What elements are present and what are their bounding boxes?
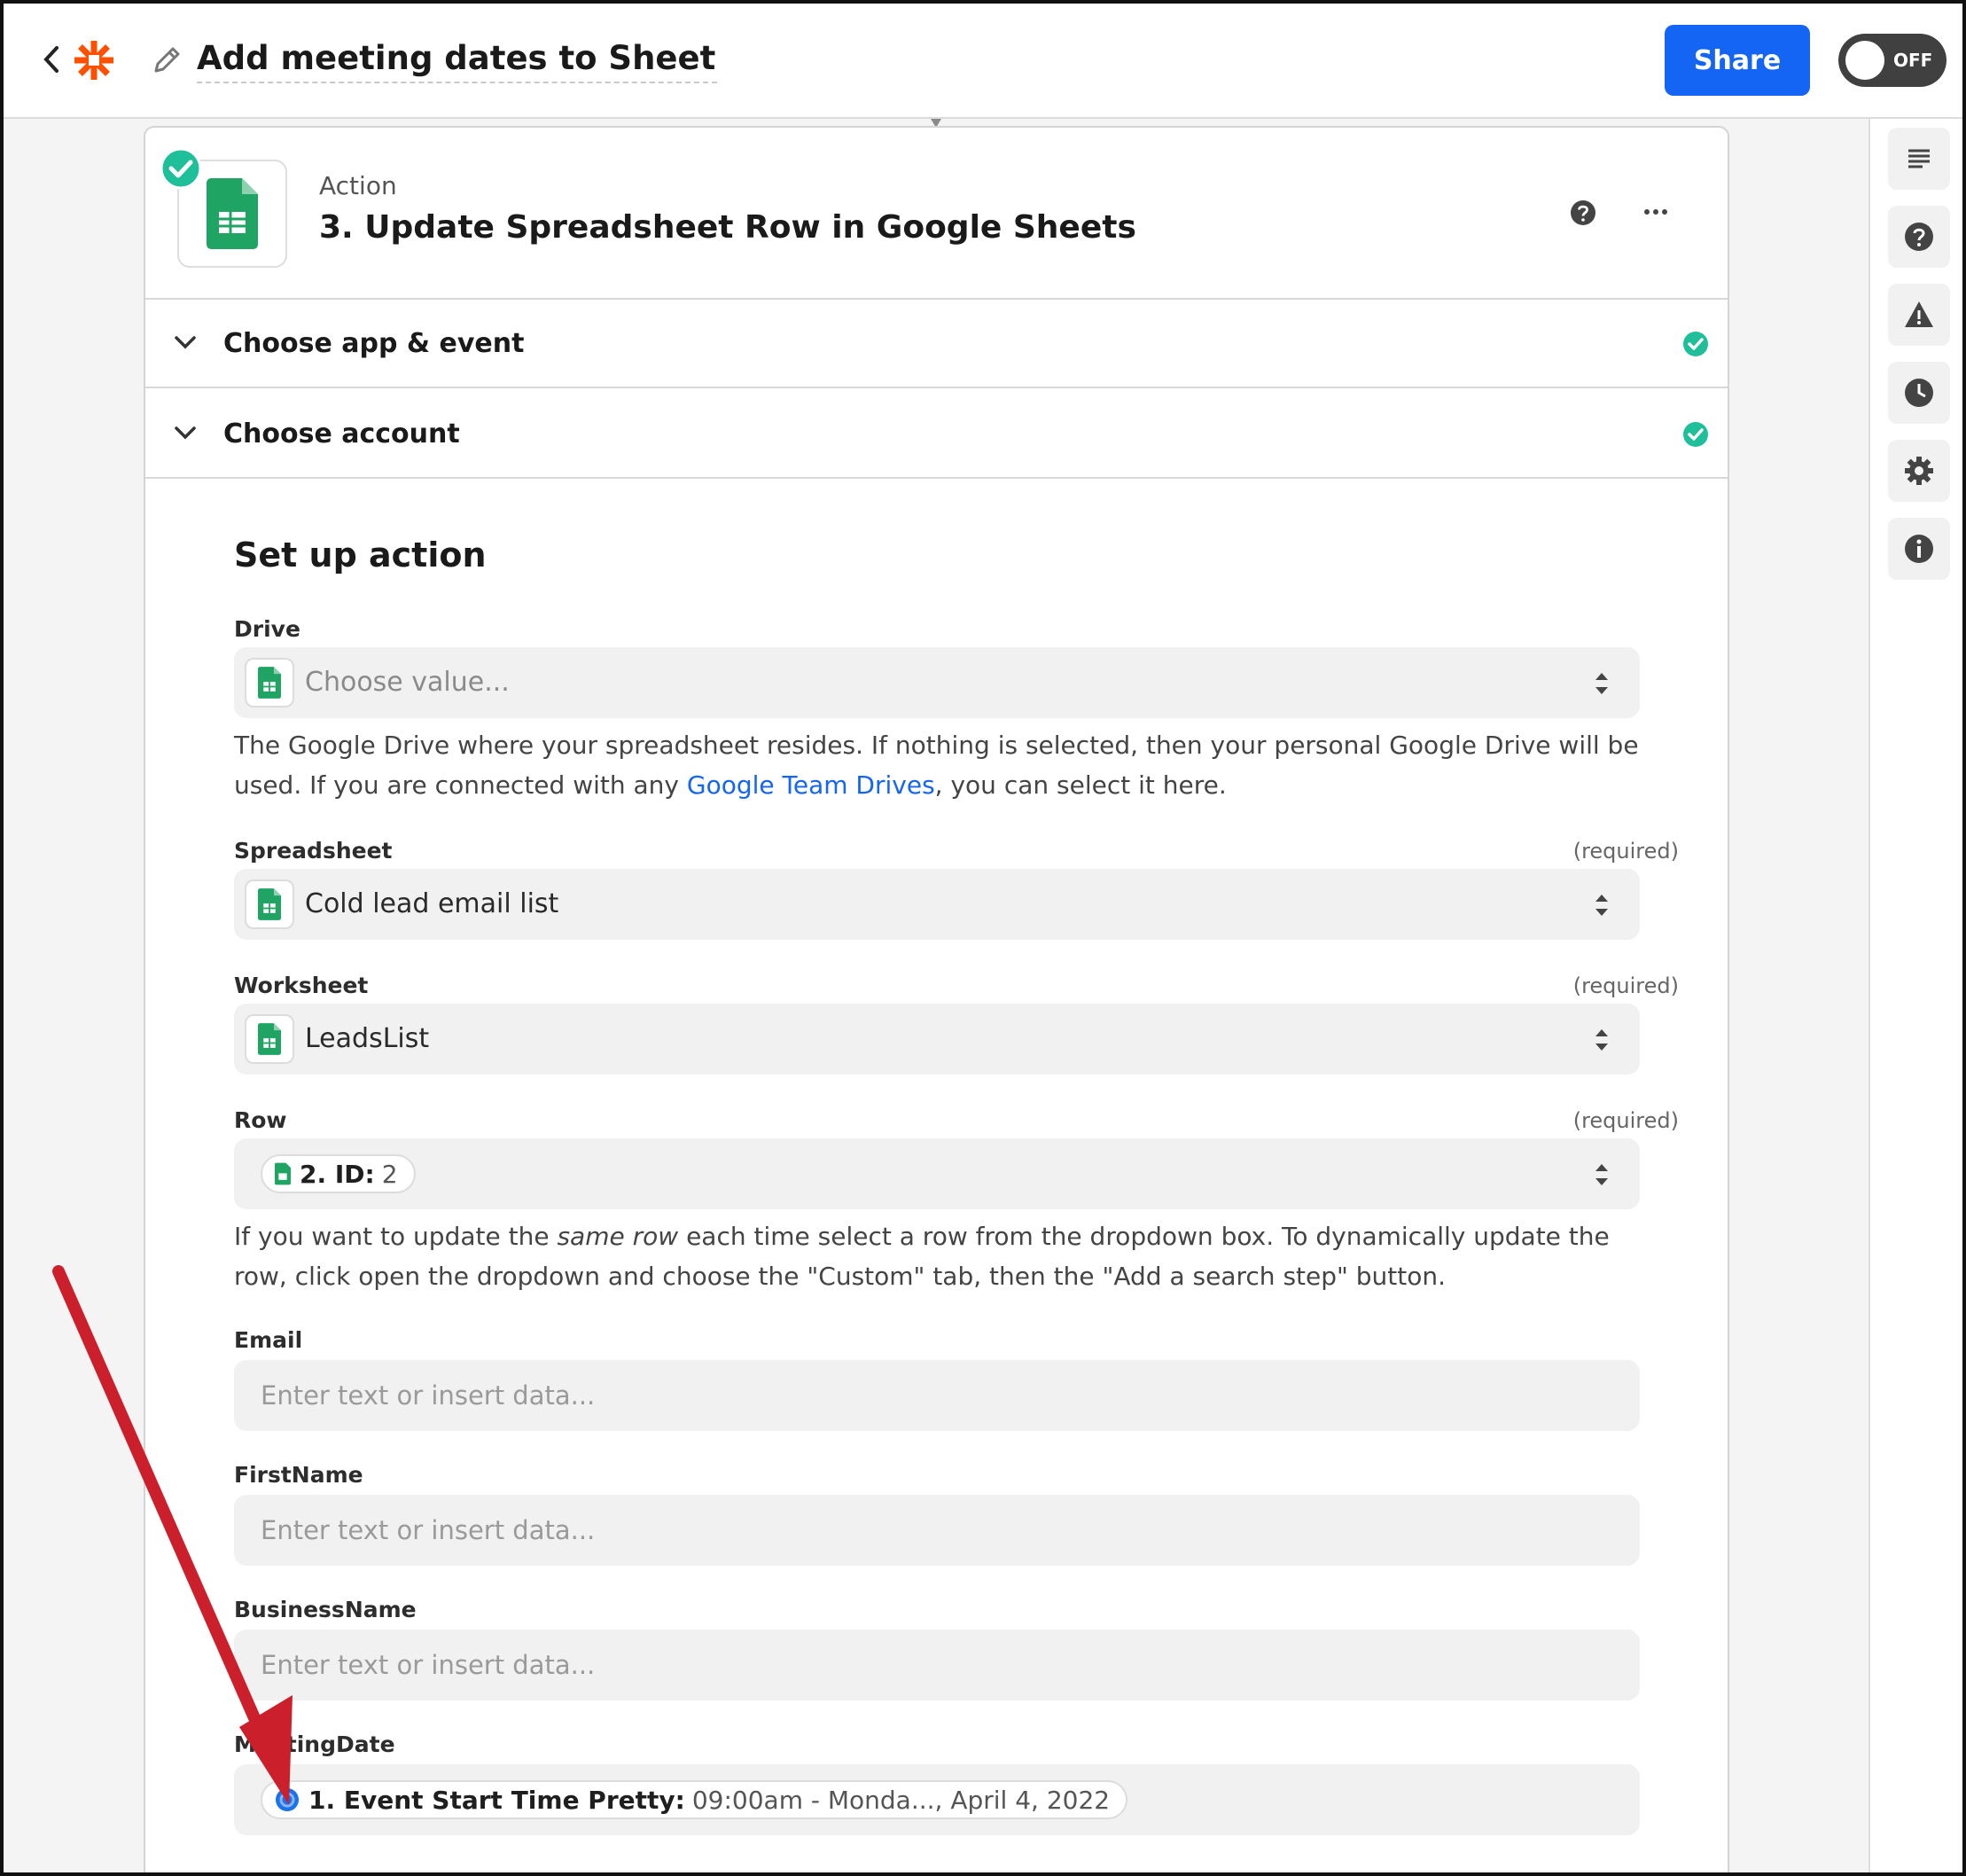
step-card: Action 3. Update Spreadsheet Row in Goog… xyxy=(144,126,1729,1876)
check-circle-icon xyxy=(1683,422,1708,447)
businessname-field[interactable]: Enter text or insert data... xyxy=(234,1630,1640,1700)
toggle-state-label: OFF xyxy=(1893,50,1933,71)
clock-icon xyxy=(1905,379,1933,407)
meetingdate-field[interactable]: 1. Event Start Time Pretty: 09:00am - Mo… xyxy=(234,1764,1640,1835)
check-circle-icon xyxy=(160,147,202,190)
worksheet-select-value: LeadsList xyxy=(305,1023,430,1054)
google-sheets-icon xyxy=(258,888,281,920)
row-data-pill[interactable]: 2. ID: 2 xyxy=(261,1154,416,1193)
chevron-down-icon xyxy=(175,426,196,440)
gear-icon xyxy=(1905,457,1933,485)
help-button[interactable] xyxy=(1888,206,1950,268)
select-stepper-icon xyxy=(1595,673,1608,694)
pill-key: 1. Event Start Time Pretty: xyxy=(308,1785,685,1815)
email-label: Email xyxy=(234,1327,303,1353)
outline-button[interactable] xyxy=(1888,128,1950,190)
drive-select-value: Choose value... xyxy=(305,667,510,698)
spreadsheet-select-value: Cold lead email list xyxy=(305,888,559,919)
setup-action-heading: Set up action xyxy=(234,535,487,575)
email-field[interactable]: Enter text or insert data... xyxy=(234,1360,1640,1431)
warning-triangle-icon xyxy=(1905,301,1933,327)
email-placeholder: Enter text or insert data... xyxy=(261,1380,596,1411)
more-options-icon[interactable] xyxy=(1643,207,1668,216)
settings-button[interactable] xyxy=(1888,440,1950,502)
businessname-placeholder: Enter text or insert data... xyxy=(261,1650,596,1680)
drive-label: Drive xyxy=(234,616,300,642)
check-circle-icon xyxy=(1683,332,1708,356)
zap-on-off-toggle[interactable]: OFF xyxy=(1838,34,1946,87)
select-stepper-icon xyxy=(1595,1164,1608,1185)
section-choose-account[interactable]: Choose account xyxy=(145,390,1728,479)
row-select[interactable]: 2. ID: 2 xyxy=(234,1138,1640,1209)
spreadsheet-select[interactable]: Cold lead email list xyxy=(234,869,1640,940)
section-label: Choose account xyxy=(223,418,460,449)
share-button[interactable]: Share xyxy=(1665,25,1810,96)
step-title: 3. Update Spreadsheet Row in Google Shee… xyxy=(319,209,1136,246)
select-stepper-icon xyxy=(1595,895,1608,916)
row-help-text: If you want to update the same row each … xyxy=(234,1222,1610,1291)
history-button[interactable] xyxy=(1888,362,1950,424)
info-circle-icon xyxy=(1905,535,1933,563)
drive-help-text: The Google Drive where your spreadsheet … xyxy=(234,731,1639,800)
question-circle-icon xyxy=(1905,223,1933,251)
meetingdate-data-pill[interactable]: 1. Event Start Time Pretty: 09:00am - Mo… xyxy=(261,1780,1128,1819)
google-sheets-icon xyxy=(207,178,258,249)
top-bar: Add meeting dates to Sheet Share OFF xyxy=(0,0,1966,119)
google-calendar-icon xyxy=(276,1788,299,1811)
google-team-drives-link[interactable]: Google Team Drives xyxy=(687,770,935,800)
firstname-placeholder: Enter text or insert data... xyxy=(261,1515,596,1545)
field-app-icon xyxy=(245,658,294,707)
alerts-button[interactable] xyxy=(1888,284,1950,346)
drive-select[interactable]: Choose value... xyxy=(234,647,1640,718)
worksheet-label: Worksheet xyxy=(234,973,369,998)
select-stepper-icon xyxy=(1595,1029,1608,1051)
section-choose-app-event[interactable]: Choose app & event xyxy=(145,300,1728,388)
back-chevron-icon[interactable] xyxy=(41,44,62,74)
google-sheets-icon xyxy=(258,667,281,699)
google-sheets-icon xyxy=(258,1023,281,1055)
pill-value: 2 xyxy=(381,1159,398,1189)
row-label: Row xyxy=(234,1107,287,1133)
pill-key: 2. ID: xyxy=(300,1159,375,1189)
firstname-label: FirstName xyxy=(234,1462,363,1488)
field-app-icon xyxy=(245,1014,294,1064)
right-sidebar xyxy=(1868,119,1966,1876)
lines-icon xyxy=(1908,149,1930,168)
pencil-icon[interactable] xyxy=(151,44,183,76)
chevron-down-icon xyxy=(175,336,196,349)
section-label: Choose app & event xyxy=(223,328,525,359)
step-header[interactable]: Action 3. Update Spreadsheet Row in Goog… xyxy=(145,128,1728,300)
businessname-label: BusinessName xyxy=(234,1597,417,1622)
spreadsheet-label: Spreadsheet xyxy=(234,838,393,864)
required-label: (required) xyxy=(1572,973,1679,998)
worksheet-select[interactable]: LeadsList xyxy=(234,1004,1640,1075)
required-label: (required) xyxy=(1572,1108,1679,1133)
zapier-logo-icon[interactable] xyxy=(73,39,115,82)
toggle-knob xyxy=(1845,41,1884,80)
firstname-field[interactable]: Enter text or insert data... xyxy=(234,1495,1640,1566)
zap-title[interactable]: Add meeting dates to Sheet xyxy=(197,34,718,83)
required-label: (required) xyxy=(1572,839,1679,864)
help-icon[interactable] xyxy=(1569,199,1597,227)
google-sheets-icon xyxy=(275,1162,291,1185)
field-app-icon xyxy=(245,879,294,929)
details-button[interactable] xyxy=(1888,518,1950,580)
pill-value: 09:00am - Monda..., April 4, 2022 xyxy=(691,1785,1111,1815)
step-type-label: Action xyxy=(319,171,397,200)
meetingdate-label: MeetingDate xyxy=(234,1731,395,1757)
